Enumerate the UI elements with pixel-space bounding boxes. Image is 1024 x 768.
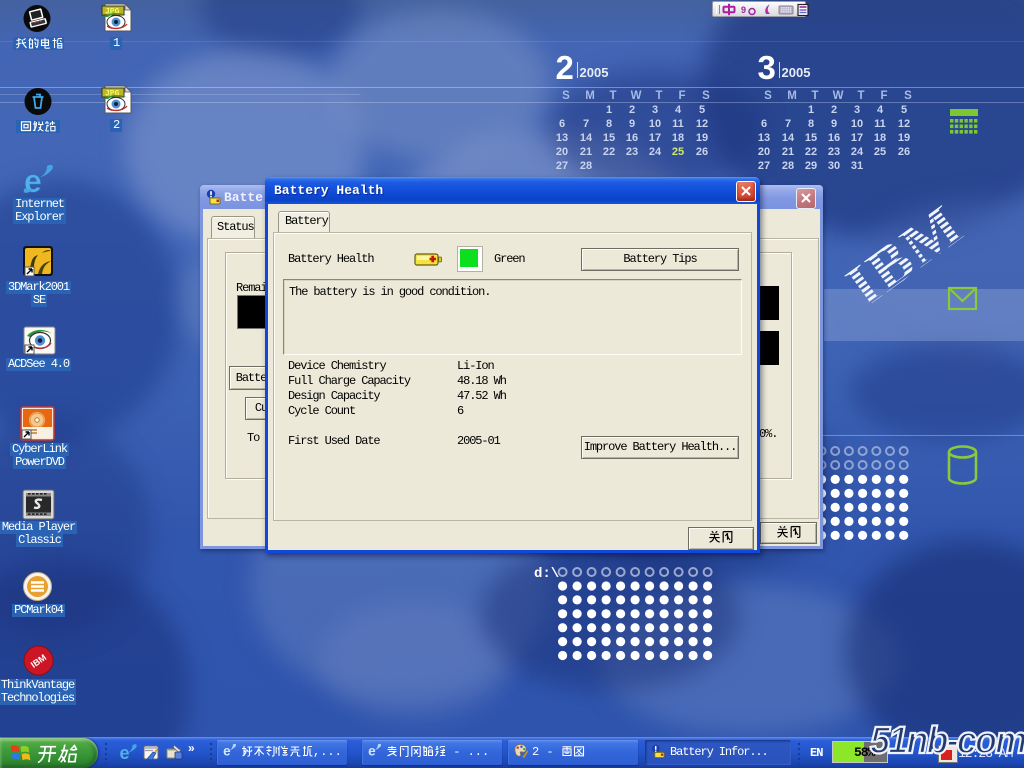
svg-text:e: e bbox=[368, 743, 376, 758]
svg-text:9: 9 bbox=[741, 5, 746, 15]
svg-text:d:\: d:\ bbox=[534, 566, 559, 582]
svg-text:e: e bbox=[223, 743, 231, 758]
svg-text:e: e bbox=[120, 743, 130, 763]
svg-text:IBM: IBM bbox=[838, 193, 975, 303]
